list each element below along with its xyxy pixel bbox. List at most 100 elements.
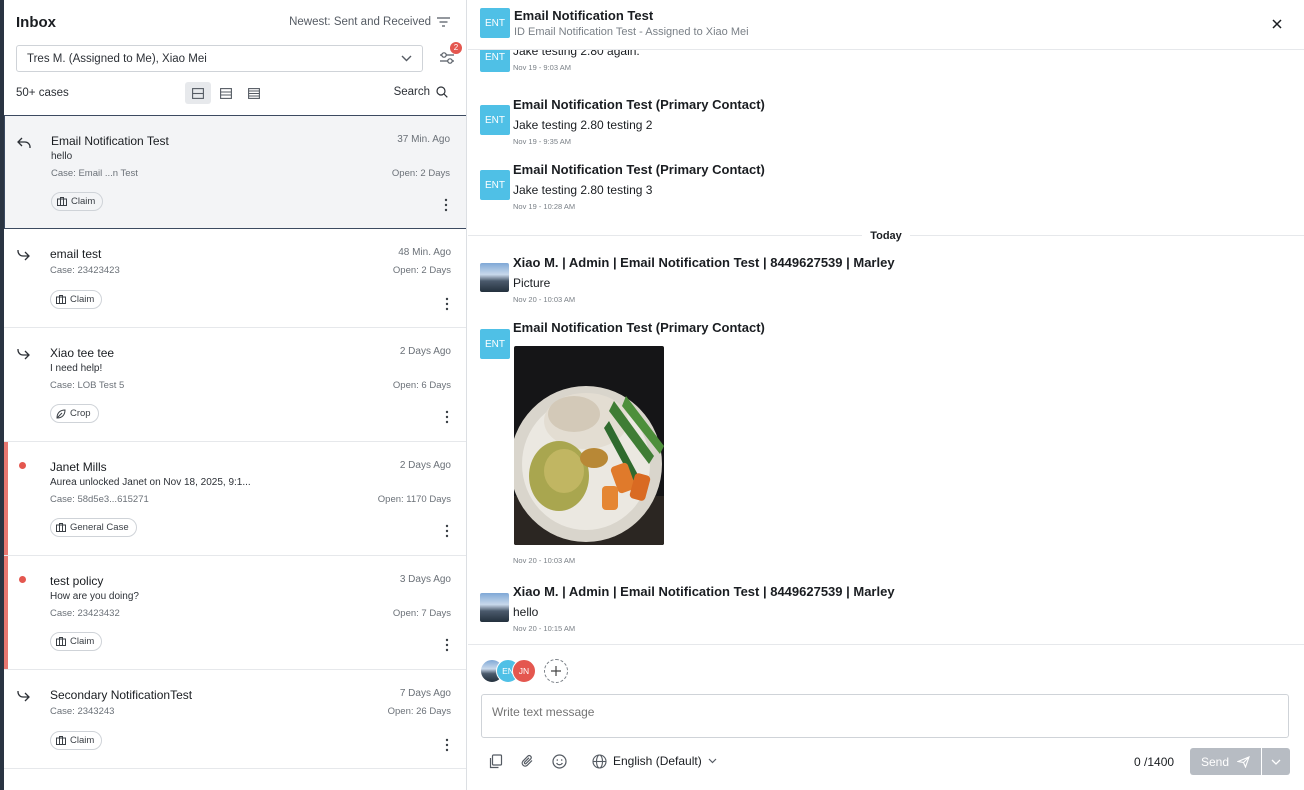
- search-button[interactable]: Search: [394, 86, 448, 98]
- case-preview: hello: [51, 151, 73, 162]
- case-type-tag: Crop: [50, 404, 99, 423]
- case-open-duration: Open: 1170 Days: [377, 494, 451, 505]
- tag-label: Claim: [70, 636, 95, 647]
- tag-label: Claim: [70, 294, 95, 305]
- emoji-button[interactable]: [550, 752, 568, 770]
- chevron-down-icon: [1271, 759, 1281, 765]
- case-list: Email Notification Test 37 Min. Ago hell…: [4, 115, 466, 769]
- message-sender: Xiao M. | Admin | Email Notification Tes…: [513, 255, 895, 270]
- case-preview: Aurea unlocked Janet on Nov 18, 2025, 9:…: [50, 477, 251, 488]
- message-text: Jake testing 2.80 again.: [513, 50, 640, 58]
- case-item[interactable]: Email Notification Test 37 Min. Ago hell…: [4, 115, 466, 229]
- layout-comfortable-icon: [192, 87, 204, 99]
- case-type-tag: Claim: [50, 731, 103, 750]
- case-open-duration: Open: 6 Days: [392, 380, 451, 391]
- case-name: Janet Mills: [50, 460, 107, 474]
- case-item[interactable]: test policy 3 Days Ago How are you doing…: [4, 556, 466, 670]
- message-text: Picture: [513, 276, 551, 290]
- attach-button[interactable]: [518, 752, 536, 770]
- case-count: 50+ cases: [16, 87, 69, 99]
- case-time: 37 Min. Ago: [397, 134, 450, 145]
- send-button[interactable]: Send: [1190, 748, 1261, 775]
- close-icon[interactable]: [1270, 17, 1284, 31]
- view-compact-button[interactable]: [213, 82, 239, 104]
- case-name: Xiao tee tee: [50, 346, 115, 360]
- message-input[interactable]: [481, 694, 1289, 738]
- tag-label: General Case: [70, 522, 129, 533]
- language-selector[interactable]: English (Default): [592, 753, 717, 769]
- agent-avatar: [480, 593, 509, 622]
- search-icon: [436, 86, 448, 98]
- briefcase-icon: [57, 197, 67, 206]
- case-type-tag: Claim: [51, 192, 104, 211]
- message-sender: Xiao M. | Admin | Email Notification Tes…: [513, 584, 895, 599]
- case-name: test policy: [50, 574, 104, 588]
- case-time: 2 Days Ago: [399, 460, 451, 471]
- briefcase-icon: [56, 637, 66, 646]
- conversation-header: ENT Email Notification Test ID Email Not…: [468, 0, 1304, 50]
- language-label: English (Default): [613, 754, 702, 768]
- case-type-tag: General Case: [50, 518, 137, 537]
- agent-avatar: [480, 263, 509, 292]
- send-options-button[interactable]: [1262, 748, 1290, 775]
- send-split-button: Send: [1190, 748, 1290, 775]
- message-timestamp: Nov 19 - 10:28 AM: [513, 202, 576, 211]
- case-item[interactable]: email test 48 Min. Ago Case: 23423423 Op…: [4, 229, 466, 328]
- paper-plane-icon: [1237, 755, 1250, 768]
- message-image-attachment[interactable]: [514, 346, 664, 545]
- view-dense-button[interactable]: [241, 82, 267, 104]
- paperclip-icon: [521, 754, 532, 767]
- more-options-icon[interactable]: [445, 410, 449, 424]
- case-open-duration: Open: 26 Days: [387, 706, 451, 717]
- case-item[interactable]: Janet Mills 2 Days Ago Aurea unlocked Ja…: [4, 442, 466, 556]
- message-timestamp: Nov 19 - 9:03 AM: [513, 63, 571, 72]
- forward-outgoing-icon: [17, 691, 30, 702]
- case-open-duration: Open: 2 Days: [391, 168, 450, 179]
- case-open-duration: Open: 7 Days: [392, 608, 451, 619]
- tag-label: Claim: [70, 735, 95, 746]
- briefcase-icon: [56, 295, 66, 304]
- case-name: email test: [50, 247, 102, 261]
- layout-compact-icon: [220, 87, 232, 99]
- message-text: Jake testing 2.80 testing 2: [513, 118, 653, 132]
- message-timestamp: Nov 19 - 9:35 AM: [513, 137, 571, 146]
- assignee-filter-select[interactable]: Tres M. (Assigned to Me), Xiao Mei: [16, 45, 423, 72]
- layout-dense-icon: [248, 87, 260, 99]
- contact-avatar: ENT: [480, 8, 510, 38]
- character-count: 0 /1400: [1134, 755, 1175, 769]
- case-item[interactable]: Secondary NotificationTest 7 Days Ago Ca…: [4, 670, 466, 769]
- forward-outgoing-icon: [17, 349, 30, 360]
- day-divider: Today: [468, 228, 1304, 242]
- message-sender: Email Notification Test (Primary Contact…: [513, 320, 765, 335]
- more-options-icon[interactable]: [445, 297, 449, 311]
- more-options-icon[interactable]: [445, 738, 449, 752]
- copy-button[interactable]: [486, 752, 504, 770]
- globe-icon: [592, 753, 607, 769]
- day-divider-label: Today: [862, 230, 910, 242]
- case-id: Case: 23423423: [50, 265, 120, 276]
- contact-avatar: ENT: [480, 329, 510, 359]
- more-options-icon[interactable]: [445, 524, 449, 538]
- search-label: Search: [393, 86, 430, 98]
- send-label: Send: [1200, 754, 1230, 769]
- message-sender: Email Notification Test (Primary Contact…: [513, 97, 765, 112]
- contact-avatar: ENT: [480, 50, 510, 72]
- case-preview: How are you doing?: [50, 591, 139, 602]
- briefcase-icon: [56, 523, 66, 532]
- case-item[interactable]: Xiao tee tee 2 Days Ago I need help! Cas…: [4, 328, 466, 442]
- message-timestamp: Nov 20 - 10:15 AM: [513, 624, 576, 633]
- participants-bar: EN JN: [480, 659, 568, 683]
- case-id: Case: Email ...n Test: [51, 168, 138, 179]
- sort-dropdown[interactable]: Newest: Sent and Received: [289, 16, 450, 28]
- briefcase-icon: [56, 736, 66, 745]
- participant-avatar[interactable]: JN: [512, 659, 536, 683]
- more-options-icon[interactable]: [445, 638, 449, 652]
- view-comfortable-button[interactable]: [185, 82, 211, 104]
- more-options-icon[interactable]: [444, 198, 448, 212]
- case-preview: I need help!: [50, 363, 103, 374]
- conversation-panel: ENT Jake testing 2.80 again. Nov 19 - 9:…: [468, 0, 1304, 790]
- add-participant-button[interactable]: [544, 659, 568, 683]
- forward-outgoing-icon: [17, 250, 30, 261]
- conversation-subtitle: ID Email Notification Test - Assigned to…: [514, 26, 749, 38]
- leaf-icon: [56, 408, 66, 419]
